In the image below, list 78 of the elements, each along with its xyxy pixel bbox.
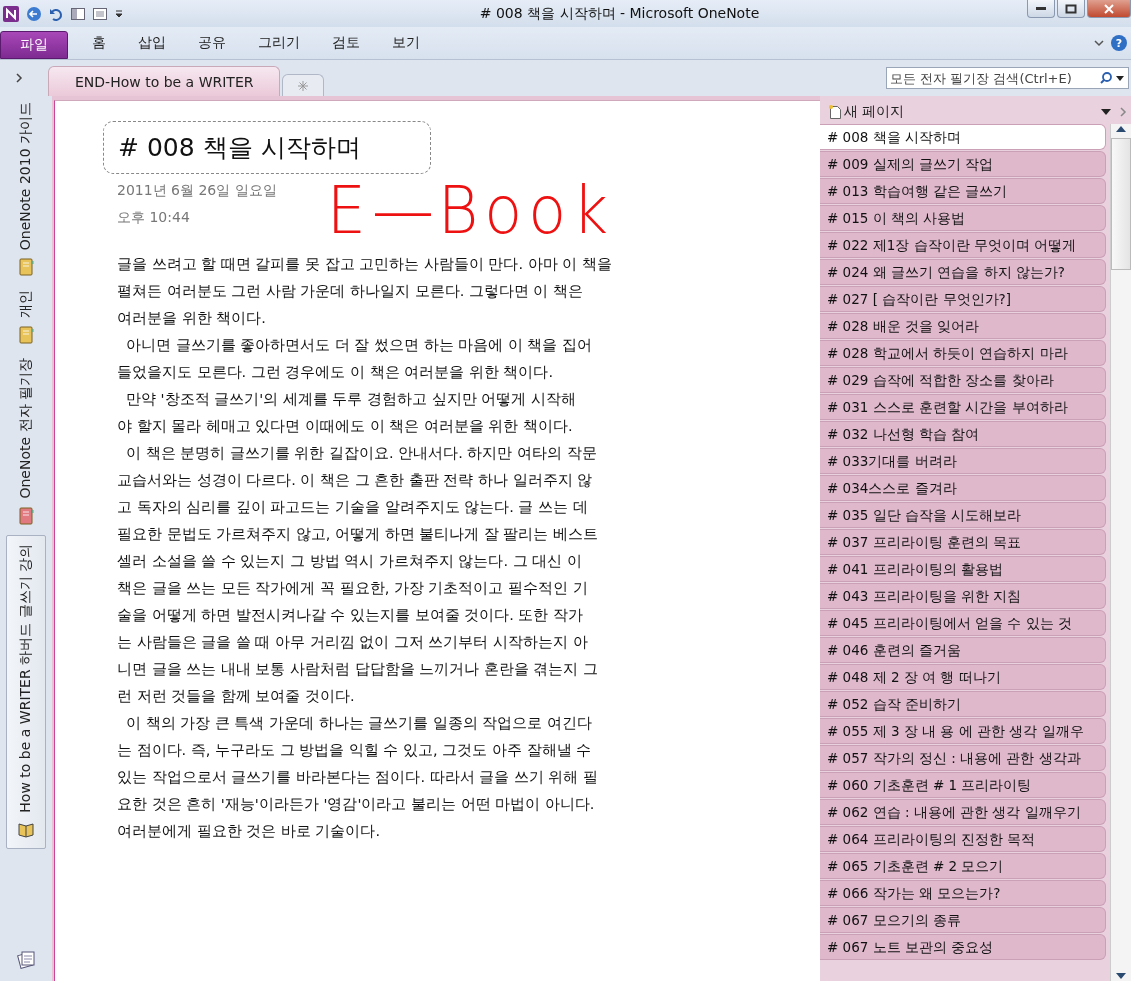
scroll-up-icon[interactable] bbox=[1114, 124, 1128, 134]
page-tab[interactable]: # 055 제 3 장 내 용 에 관한 생각 일깨우 bbox=[820, 718, 1106, 744]
page-tab[interactable]: # 028 학교에서 하듯이 연습하지 마라 bbox=[820, 340, 1106, 366]
page-tab[interactable]: # 031 스스로 훈련할 시간을 부여하라 bbox=[820, 394, 1106, 420]
dock-icon[interactable] bbox=[70, 5, 86, 22]
file-tab[interactable]: 파일 bbox=[0, 31, 68, 59]
page-tab[interactable]: # 037 프리라이팅 훈련의 목표 bbox=[820, 529, 1106, 555]
ribbon-tab[interactable]: 보기 bbox=[376, 29, 436, 57]
back-icon[interactable] bbox=[26, 5, 42, 22]
page-tab[interactable]: # 064 프리라이팅의 진정한 목적 bbox=[820, 826, 1106, 852]
search-field[interactable]: 모든 전자 필기장 검색(Ctrl+E) bbox=[886, 67, 1129, 89]
window-title: # 008 책을 시작하며 - Microsoft OneNote bbox=[478, 4, 761, 23]
ribbon-tab[interactable]: 공유 bbox=[182, 29, 242, 57]
page-tab[interactable]: # 009 실제의 글쓰기 작업 bbox=[820, 151, 1106, 177]
scroll-thumb[interactable] bbox=[1111, 138, 1131, 270]
minimize-button[interactable] bbox=[1027, 0, 1055, 18]
page-tab[interactable]: # 041 프리라이팅의 활용법 bbox=[820, 556, 1106, 582]
page-view-icon[interactable] bbox=[92, 5, 108, 22]
ribbon-tab[interactable]: 검토 bbox=[316, 29, 376, 57]
page-tab[interactable]: # 043 프리라이팅을 위한 지침 bbox=[820, 583, 1106, 609]
page-tab[interactable]: # 057 작가의 정신 : 내용에 관한 생각과 bbox=[820, 745, 1106, 771]
page-tab[interactable]: # 033기대를 버려라 bbox=[820, 448, 1106, 474]
page-tab[interactable]: # 008 책을 시작하며 bbox=[820, 124, 1106, 150]
paragraph: 글을 쓰려고 할 때면 갈피를 못 잡고 고민하는 사람들이 만다. 아마 이 책을 펼쳐든 여러분도 그런 사람 가운데 하나일지 모른다. 그렇다면 이 책은 여러분을 위한 책이다. bbox=[117, 255, 613, 328]
notebooks-icon[interactable] bbox=[16, 949, 36, 969]
handwritten-ink: E—Book bbox=[326, 172, 615, 249]
notebook-tab[interactable]: OneNote 전자 필기장 bbox=[17, 358, 35, 499]
maximize-button[interactable] bbox=[1057, 0, 1085, 18]
page-tab[interactable]: # 028 배운 것을 잊어라 bbox=[820, 313, 1106, 339]
expand-chevron-icon[interactable] bbox=[14, 72, 24, 84]
page-tab[interactable]: # 013 학습여행 같은 글쓰기 bbox=[820, 178, 1106, 204]
minimize-icon bbox=[1036, 7, 1046, 10]
ribbon-tab[interactable]: 그리기 bbox=[242, 29, 316, 57]
section-tab[interactable]: END-How to be a WRITER bbox=[48, 66, 281, 96]
page-tab[interactable]: # 046 훈련의 즐거움 bbox=[820, 637, 1106, 663]
page-tab[interactable]: # 035 일단 습작을 시도해보라 bbox=[820, 502, 1106, 528]
ribbon-tab[interactable]: 삽입 bbox=[122, 29, 182, 57]
page-tab[interactable]: # 065 기초훈련 # 2 모으기 bbox=[820, 853, 1106, 879]
page-tab[interactable]: # 067 모으기의 종류 bbox=[820, 907, 1106, 933]
page-tab[interactable]: # 052 습작 준비하기 bbox=[820, 691, 1106, 717]
search-icon[interactable] bbox=[1099, 71, 1113, 85]
close-button[interactable] bbox=[1087, 0, 1131, 18]
app-logo-icon bbox=[2, 4, 20, 23]
page-tab[interactable]: # 034스스로 즐겨라 bbox=[820, 475, 1106, 501]
page-title[interactable]: # 008 책을 시작하며 bbox=[103, 121, 431, 174]
maximize-icon bbox=[1065, 3, 1077, 14]
page-tab[interactable]: # 029 습작에 적합한 장소를 찾아라 bbox=[820, 367, 1106, 393]
page-time: 오후 10:44 bbox=[117, 208, 191, 227]
collapse-ribbon-icon[interactable] bbox=[1093, 37, 1105, 49]
sparkle-icon bbox=[298, 80, 309, 91]
notebook-tab[interactable]: OneNote 2010 가이드 bbox=[17, 102, 35, 251]
new-page-button[interactable]: 새 페이지 bbox=[820, 103, 1093, 121]
page-tab[interactable]: # 022 제1장 습작이란 무엇이며 어떻게 bbox=[820, 232, 1106, 258]
paragraph: 아니면 글쓰기를 좋아하면서도 더 잘 썼으면 하는 마음에 이 책을 집어 들었을지도 모른다. 그런 경우에도 이 책은 여러분을 위한 책이다. bbox=[117, 336, 594, 382]
notebook-tab[interactable]: How to be a WRITER 하버드 글쓰기 강의 bbox=[6, 534, 46, 850]
paragraph: 이 책은 분명히 글쓰기를 위한 길잡이요. 안내서다. 하지만 여타의 작문 교습서와는 성경이 다르다. 이 책은 그 흔한 출판 전략 하나 일러주지 않 고 독자의 심리를 깊이 파고드는 기술을 알려주지도 않는다. 글 쓰는 데 필요한 문법도 가르쳐주지 않고, 어떻게 하면 불티나게 잘 팔리는 베스트 셀러 소설을 쓸 수 있는지 그 방법 역시 가르쳐주지 않는다. 그 대신 이 책은 글을 쓰는 모든 작가에게 꼭 필요한, 가장 기초적이고 필수적인 기 술을 어떻게 하면 발전시켜나갈 수 있는지를 보여줄 것이다. 또한 작가 는 사람들은 글을 쓸 때 아무 거리낌 없이 그저 쓰기부터 시작하는지 아 니면 글을 쓰는 내내 보통 사람처럼 답답함을 느끼거나 혼란을 겪는지 그 런 저런 것들을 함께 보여줄 것이다. bbox=[117, 444, 600, 706]
dropdown-arrow-icon[interactable] bbox=[1115, 73, 1125, 83]
dropdown-arrow-icon[interactable] bbox=[1101, 108, 1111, 116]
help-button[interactable]: ? bbox=[1111, 35, 1127, 51]
notebook-tab[interactable]: 개인 bbox=[17, 290, 35, 319]
page-tab[interactable]: # 015 이 책의 사용법 bbox=[820, 205, 1106, 231]
page-tab[interactable]: # 032 나선형 학습 참여 bbox=[820, 421, 1106, 447]
paragraph: 만약 '창조적 글쓰기'의 세계를 두루 경험하고 싶지만 어떻게 시작해 야 할지 몰라 헤매고 있다면 이때에도 이 책은 여러분을 위한 책이다. bbox=[117, 390, 577, 436]
page-tab[interactable]: # 045 프리라이팅에서 얻을 수 있는 것 bbox=[820, 610, 1106, 636]
page-tab[interactable]: # 066 작가는 왜 모으는가? bbox=[820, 880, 1106, 906]
page-tab[interactable]: # 048 제 2 장 여 행 떠나기 bbox=[820, 664, 1106, 690]
scroll-down-icon[interactable] bbox=[1114, 971, 1128, 981]
new-page-icon bbox=[828, 104, 842, 120]
scrollbar[interactable] bbox=[1110, 124, 1131, 981]
page-tab[interactable]: # 024 왜 글쓰기 연습을 하지 않는가? bbox=[820, 259, 1106, 285]
close-icon bbox=[1103, 3, 1115, 14]
ribbon-tab[interactable]: 홈 bbox=[76, 29, 122, 57]
page-tab[interactable]: # 027 [ 습작이란 무엇인가?] bbox=[820, 286, 1106, 312]
page-tab[interactable]: # 060 기초훈련 # 1 프리라이팅 bbox=[820, 772, 1106, 798]
page-date: 2011년 6월 26일 일요일 bbox=[117, 181, 277, 200]
page-tab[interactable]: # 062 연습 : 내용에 관한 생각 일깨우기 bbox=[820, 799, 1106, 825]
paragraph: 이 책의 가장 큰 특색 가운데 하나는 글쓰기를 일종의 작업으로 여긴다 는 점이다. 즉, 누구라도 그 방법을 익힐 수 있고, 그것도 아주 잘해낼 수 있는 작업으로서 글쓰기를 바라본다는 점이다. 따라서 글을 쓰기 위해 필 요한 것은 흔히 '재능'이라든가 '영감'이라고 불리는 어떤 마법이 아니다. 여러분에게 필요한 것은 바로 기술이다. bbox=[117, 714, 600, 841]
page-tab[interactable]: # 067 노트 보관의 중요성 bbox=[820, 934, 1106, 960]
